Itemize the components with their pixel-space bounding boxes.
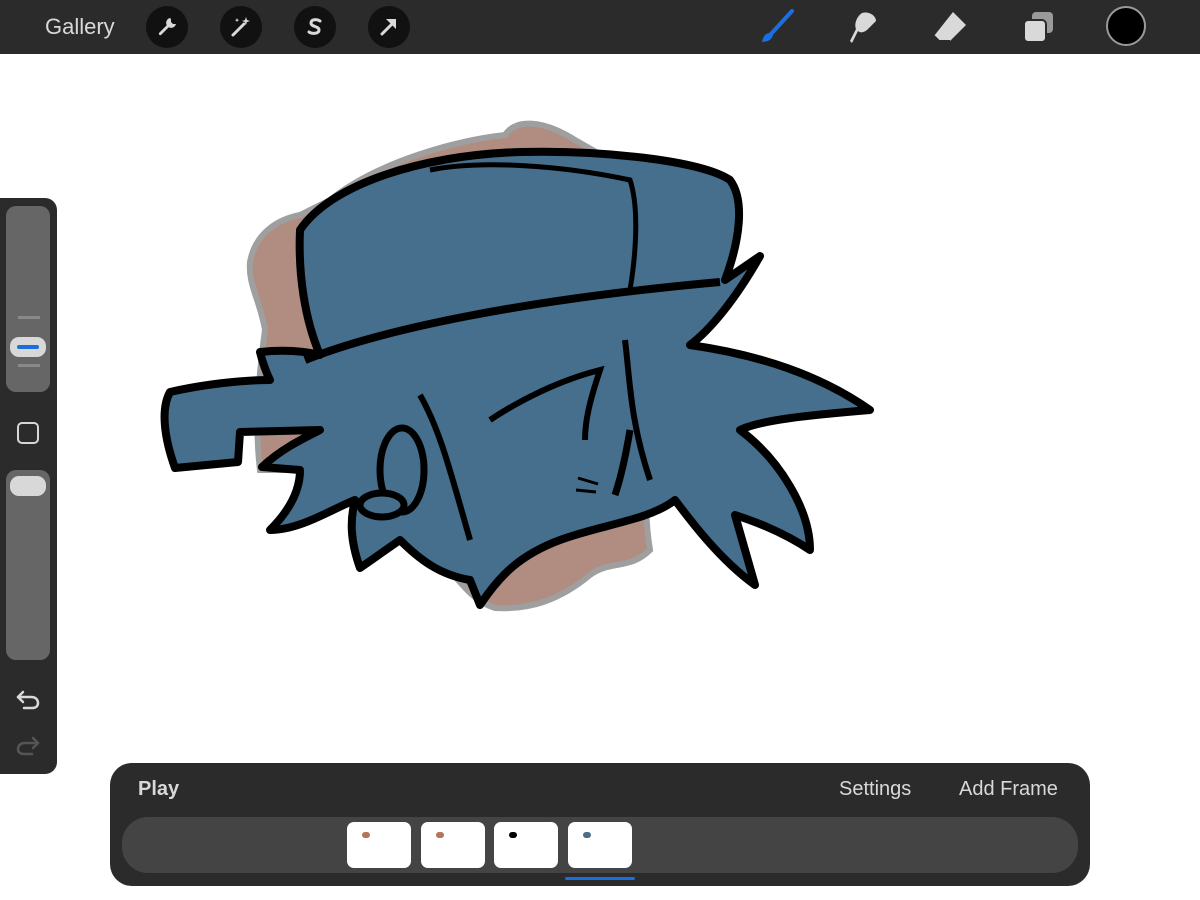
add-frame-button[interactable]: Add Frame bbox=[959, 778, 1058, 801]
frame-thumbnail-2[interactable] bbox=[420, 822, 485, 868]
frame-thumbnail-art bbox=[582, 832, 591, 838]
selection-button[interactable] bbox=[294, 6, 336, 48]
adjustments-button[interactable] bbox=[220, 6, 262, 48]
transform-arrow-icon bbox=[380, 19, 396, 36]
smudge-tool-button[interactable] bbox=[844, 7, 884, 47]
brush-size-thumb[interactable] bbox=[10, 337, 46, 357]
frame-thumbnail-3[interactable] bbox=[494, 822, 558, 868]
gallery-button[interactable]: Gallery bbox=[45, 14, 115, 40]
undo-icon[interactable] bbox=[14, 686, 42, 714]
eraser-icon bbox=[933, 12, 966, 42]
smudge-icon bbox=[850, 12, 876, 44]
brush-tool-button[interactable] bbox=[756, 7, 796, 47]
frame-thumbnail-art bbox=[362, 832, 370, 838]
modify-button[interactable] bbox=[17, 422, 39, 444]
opacity-slider[interactable] bbox=[6, 470, 50, 660]
character-drawing bbox=[160, 147, 874, 609]
color-picker-button[interactable] bbox=[1106, 6, 1146, 46]
brush-icon bbox=[762, 9, 794, 42]
settings-button[interactable]: Settings bbox=[839, 778, 911, 801]
frame-thumbnail-art bbox=[509, 832, 517, 838]
wrench-icon bbox=[158, 18, 176, 36]
selection-icon bbox=[307, 18, 322, 35]
brush-size-slider[interactable] bbox=[6, 206, 50, 392]
frame-thumbnail-4[interactable] bbox=[567, 822, 632, 868]
magic-wand-icon bbox=[231, 17, 250, 37]
opacity-thumb[interactable] bbox=[10, 476, 46, 496]
layers-icon bbox=[1023, 12, 1053, 43]
frame-thumbnail-1[interactable] bbox=[347, 822, 411, 868]
selected-frame-indicator bbox=[564, 877, 635, 880]
actions-button[interactable] bbox=[146, 6, 188, 48]
top-toolbar: Gallery bbox=[0, 0, 1200, 54]
redo-icon[interactable] bbox=[14, 732, 42, 760]
left-sidebar bbox=[0, 198, 57, 774]
layers-button[interactable] bbox=[1018, 7, 1058, 47]
animation-timeline: Play Settings Add Frame bbox=[110, 763, 1090, 886]
eraser-tool-button[interactable] bbox=[930, 7, 970, 47]
frame-strip[interactable] bbox=[122, 817, 1078, 873]
play-button[interactable]: Play bbox=[138, 778, 179, 801]
frame-thumbnail-art bbox=[435, 832, 444, 838]
transform-button[interactable] bbox=[368, 6, 410, 48]
